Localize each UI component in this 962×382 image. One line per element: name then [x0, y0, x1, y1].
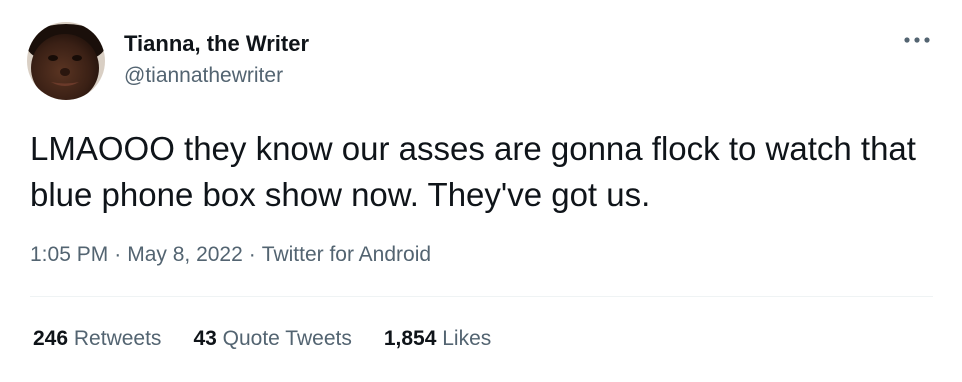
meta-separator: · — [248, 243, 256, 266]
avatar-image — [27, 22, 105, 100]
retweets-label: Retweets — [73, 327, 162, 350]
quote-tweets-stat[interactable]: 43 Quote Tweets — [193, 326, 351, 352]
retweets-stat[interactable]: 246 Retweets — [33, 326, 161, 352]
more-options-button[interactable] — [895, 28, 939, 52]
likes-stat[interactable]: 1,854 Likes — [384, 326, 491, 352]
meta-separator: · — [114, 243, 122, 266]
avatar[interactable] — [27, 22, 105, 100]
tweet-text: LMAOOO they know our asses are gonna flo… — [30, 130, 916, 213]
author-handle[interactable]: @tiannathewriter — [124, 63, 283, 89]
tweet-time[interactable]: 1:05 PM — [30, 242, 108, 268]
more-options-icon — [904, 37, 930, 43]
retweets-count: 246 — [33, 327, 69, 350]
likes-label: Likes — [442, 327, 492, 350]
author-display-name[interactable]: Tianna, the Writer — [124, 31, 309, 57]
tweet-metadata: 1:05 PM · May 8, 2022 · Twitter for Andr… — [30, 242, 431, 268]
likes-count: 1,854 — [383, 327, 437, 350]
tweet-source[interactable]: Twitter for Android — [262, 242, 431, 268]
tweet-date[interactable]: May 8, 2022 — [127, 242, 243, 268]
tweet-stats: 246 Retweets 43 Quote Tweets 1,854 Likes — [33, 326, 523, 352]
tweet-card: Tianna, the Writer @tiannathewriter LMAO… — [0, 0, 962, 382]
quote-tweets-count: 43 — [193, 327, 217, 350]
quote-tweets-label: Quote Tweets — [222, 327, 352, 350]
divider — [30, 296, 933, 297]
